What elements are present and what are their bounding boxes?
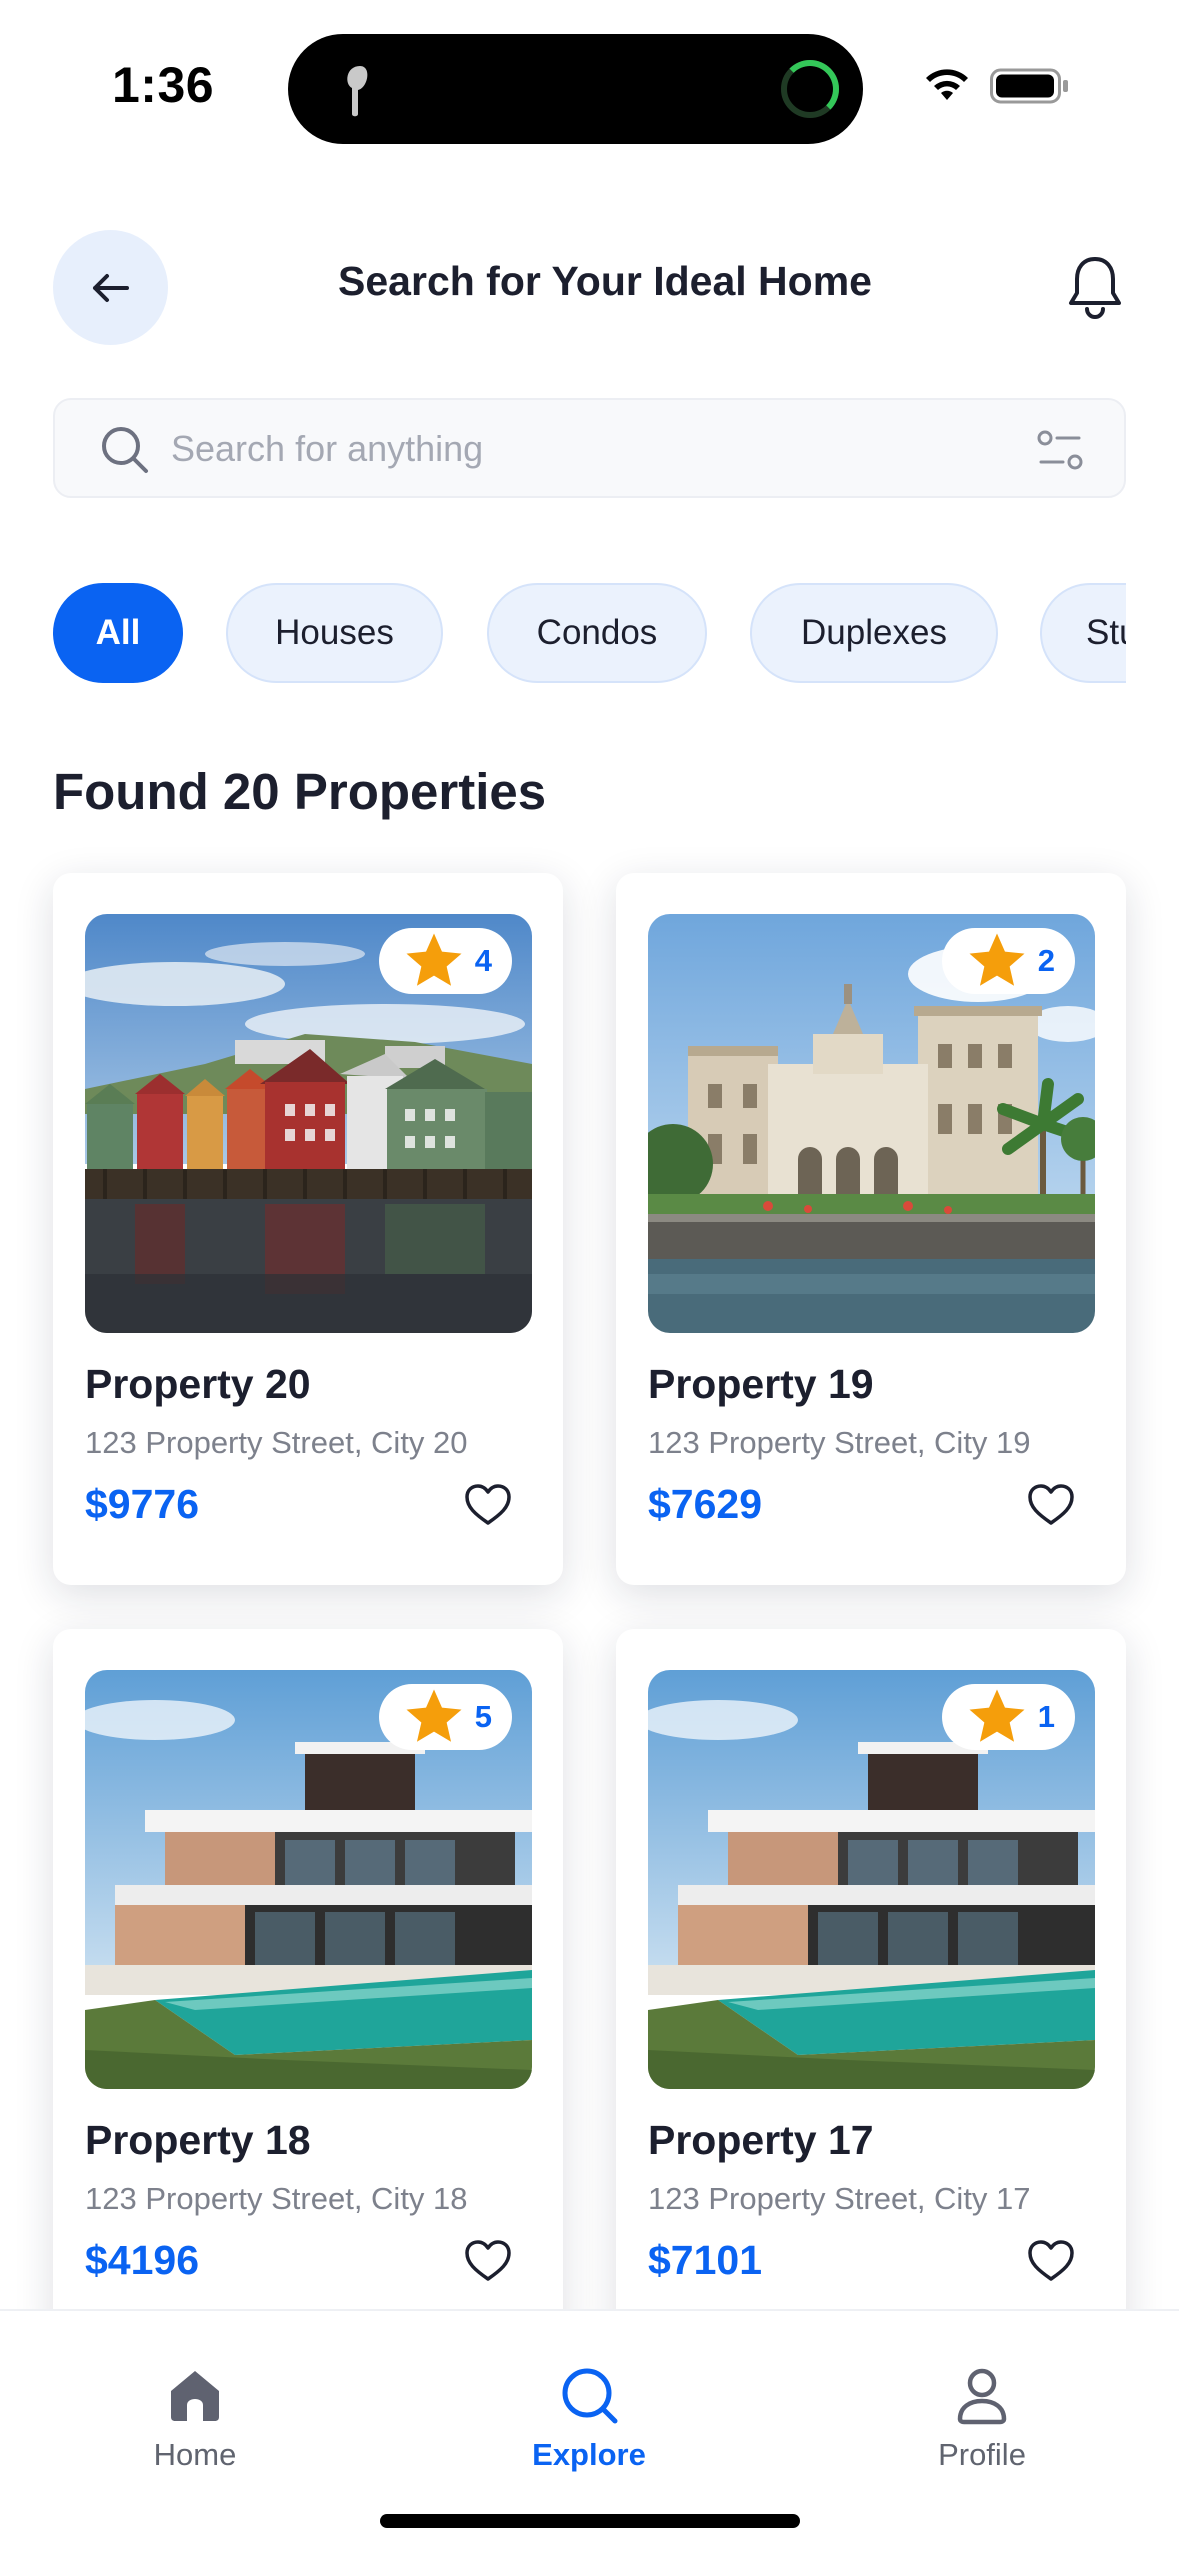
heart-icon[interactable] (1026, 2237, 1076, 2285)
chip-label: Studios (1086, 613, 1126, 652)
home-icon (171, 2371, 219, 2421)
rating-value: 4 (474, 943, 492, 978)
page-title: Search for Your Ideal Home (338, 258, 872, 304)
status-time: 1:36 (112, 57, 215, 113)
star-icon (969, 933, 1025, 986)
property-photo-modern-villa-pool: 5 (85, 1670, 532, 2089)
airpods-icon (347, 66, 368, 117)
property-name: Property 17 (648, 2117, 874, 2163)
chip-all[interactable]: All (53, 583, 183, 683)
search-input[interactable] (171, 422, 1011, 476)
property-address: 123 Property Street, City 19 (648, 1425, 1031, 1460)
chip-label: All (95, 613, 141, 652)
property-price: $9776 (85, 1481, 200, 1527)
rating-value: 2 (1037, 943, 1055, 978)
filter-icon[interactable] (1037, 428, 1083, 472)
arrow-left-icon (92, 273, 129, 302)
property-card[interactable]: 1 Property 17 123 Property Street, City … (616, 1629, 1126, 2341)
chip-houses[interactable]: Houses (226, 583, 443, 683)
results-heading: Found 20 Properties (53, 763, 547, 820)
back-button[interactable] (53, 230, 168, 345)
rating-badge: 4 (378, 928, 512, 994)
property-card[interactable]: 2 Property 19 123 Property Street, City … (616, 873, 1126, 1585)
property-photo-waterfront-houses: 4 (85, 914, 532, 1333)
nav-label: Explore (532, 2437, 646, 2472)
heart-icon[interactable] (1026, 1481, 1076, 1529)
rating-badge: 1 (941, 1684, 1075, 1750)
home-indicator (380, 2514, 800, 2528)
rating-value: 1 (1037, 1699, 1055, 1734)
property-name: Property 20 (85, 1361, 311, 1407)
property-price: $7629 (648, 1481, 763, 1527)
chip-label: Houses (275, 613, 394, 652)
rating-value: 5 (474, 1699, 492, 1734)
property-address: 123 Property Street, City 18 (85, 2181, 468, 2216)
property-address: 123 Property Street, City 20 (85, 1425, 468, 1460)
star-icon (406, 933, 462, 986)
chip-label: Condos (536, 613, 658, 652)
property-name: Property 18 (85, 2117, 311, 2163)
person-icon (957, 2368, 1007, 2425)
search-icon (562, 2368, 618, 2424)
battery-icon (990, 68, 1068, 104)
property-price: $7101 (648, 2237, 763, 2283)
category-chips: All Houses Condos Duplexes Studios (53, 583, 1126, 685)
notification-bell-icon[interactable] (1065, 253, 1125, 321)
rating-badge: 2 (941, 928, 1075, 994)
chip-duplexes[interactable]: Duplexes (750, 583, 998, 683)
dynamic-island (288, 34, 863, 144)
activity-ring-icon (781, 60, 839, 118)
property-name: Property 19 (648, 1361, 874, 1407)
nav-label: Home (153, 2437, 237, 2472)
property-card[interactable]: 5 Property 18 123 Property Street, City … (53, 1629, 563, 2341)
nav-label: Profile (938, 2437, 1026, 2472)
star-icon (406, 1689, 462, 1742)
property-photo-modern-villa-pool: 1 (648, 1670, 1095, 2089)
nav-item-home[interactable]: Home (65, 2363, 325, 2493)
chip-studios[interactable]: Studios (1040, 583, 1126, 683)
chip-condos[interactable]: Condos (487, 583, 707, 683)
search-icon (102, 427, 148, 473)
nav-item-profile[interactable]: Profile (852, 2363, 1112, 2493)
property-card[interactable]: 4 Property 20 123 Property Street, City … (53, 873, 563, 1585)
search-bar (53, 398, 1126, 498)
wifi-icon (926, 69, 968, 100)
rating-badge: 5 (378, 1684, 512, 1750)
nav-item-explore[interactable]: Explore (459, 2363, 719, 2493)
star-icon (969, 1689, 1025, 1742)
property-photo-mansion-by-water: 2 (648, 914, 1095, 1333)
chip-label: Duplexes (801, 613, 947, 652)
heart-icon[interactable] (463, 1481, 513, 1529)
property-address: 123 Property Street, City 17 (648, 2181, 1031, 2216)
heart-icon[interactable] (463, 2237, 513, 2285)
property-price: $4196 (85, 2237, 200, 2283)
